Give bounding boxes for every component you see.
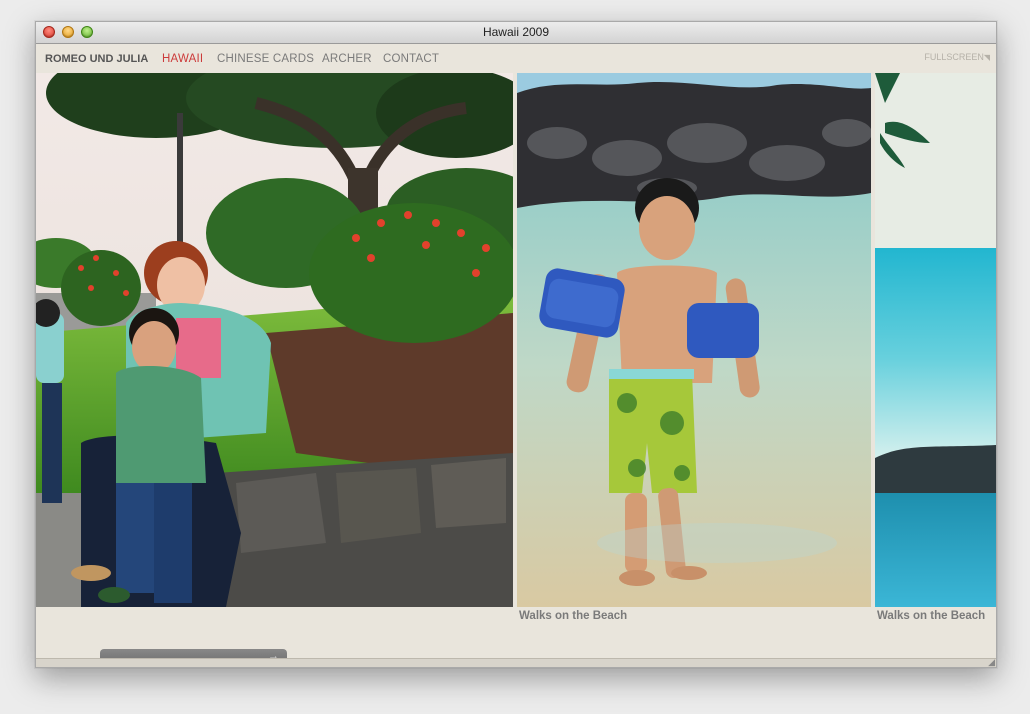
photo-caption: Walks on the Beach <box>877 610 986 622</box>
beach-boy-photo-image <box>517 73 871 607</box>
fullscreen-corner-icon: ◥ <box>983 53 990 62</box>
nav-item-hawaii[interactable]: HAWAII <box>162 53 203 65</box>
photo-gallery[interactable] <box>36 73 996 607</box>
park-photo-image <box>36 73 513 607</box>
window-title: Hawaii 2009 <box>482 25 550 39</box>
ocean-photo-image <box>875 73 996 607</box>
gallery-photo-park[interactable] <box>36 73 513 607</box>
title-bar[interactable]: Hawaii 2009 <box>36 22 996 44</box>
app-window: Hawaii 2009 ROMEO UND JULIA HAWAII CHINE… <box>35 21 997 668</box>
site-brand-link[interactable]: ROMEO UND JULIA <box>45 53 148 65</box>
gallery-photo-beach-boy[interactable] <box>517 73 871 607</box>
site-navigation: ROMEO UND JULIA HAWAII CHINESE CARDS ARC… <box>36 44 996 73</box>
nav-item-contact[interactable]: CONTACT <box>383 53 439 65</box>
resize-grip-icon[interactable]: ◢ <box>988 658 995 667</box>
fullscreen-label: FULLSCREEN <box>924 52 984 62</box>
nav-item-chinese-cards[interactable]: CHINESE CARDS <box>217 53 314 65</box>
fullscreen-button[interactable]: FULLSCREEN◥ <box>924 52 990 62</box>
nav-item-archer[interactable]: ARCHER <box>322 53 372 65</box>
gallery-photo-ocean[interactable] <box>875 73 996 607</box>
photo-caption: Walks on the Beach <box>519 610 628 622</box>
window-bottom-bar: ◢ <box>36 658 996 667</box>
